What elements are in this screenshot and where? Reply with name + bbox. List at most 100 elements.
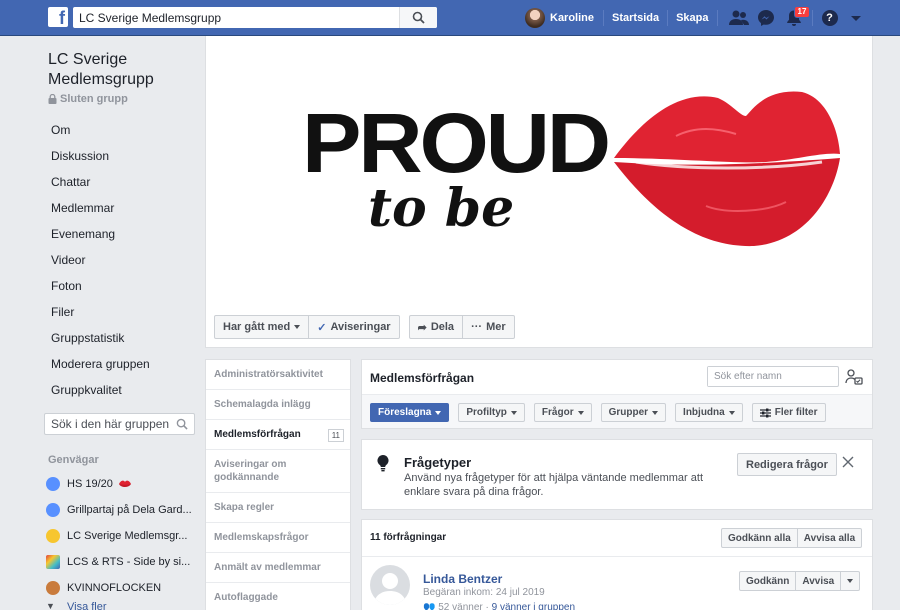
create-link[interactable]: Skapa: [668, 0, 716, 36]
admin-nav-auto-flagged[interactable]: Autoflaggade: [206, 583, 350, 610]
nav-item-moderate-group[interactable]: Moderera gruppen: [40, 351, 200, 377]
lock-icon: [48, 94, 57, 104]
nav-item-about[interactable]: Om: [40, 117, 200, 143]
filter-profile-type[interactable]: Profiltyp: [458, 403, 525, 422]
panel-header: Medlemsförfrågan: [362, 360, 872, 394]
panel-title: Medlemsförfrågan: [370, 371, 475, 385]
filter-questions[interactable]: Frågor: [533, 403, 592, 422]
shortcuts-list: HS 19/20 Grillpartaj på Dela Gard... LC …: [46, 471, 200, 610]
shortcut-label: KVINNOFLOCKEN: [67, 582, 162, 594]
share-label: Dela: [430, 321, 455, 333]
facebook-logo-icon[interactable]: f: [48, 7, 68, 28]
see-more-label: Visa fler: [67, 601, 107, 610]
member-actions: Godkänn Avvisa: [739, 571, 861, 591]
nav-item-videos[interactable]: Videor: [40, 247, 200, 273]
more-label: Mer: [486, 321, 506, 333]
admin-nav-member-requests[interactable]: Medlemsförfrågan 11: [206, 420, 350, 450]
friends-icon: 👥: [423, 602, 436, 610]
rainbow-icon: [46, 555, 60, 569]
friend-requests-button[interactable]: [724, 0, 752, 36]
help-icon: ?: [821, 10, 838, 26]
group-title[interactable]: LC Sverige Medlemsgrupp: [48, 50, 198, 90]
cover-photo[interactable]: PROUD to be: [206, 36, 872, 304]
friends-count: 52 vänner: [438, 602, 483, 610]
member-name[interactable]: Linda Bentzer: [423, 572, 502, 586]
approve-button[interactable]: Godkänn: [739, 571, 797, 591]
more-button[interactable]: ··· Mer: [463, 315, 515, 339]
nav-item-members[interactable]: Medlemmar: [40, 195, 200, 221]
admin-nav-label: Medlemskapsfrågor: [214, 532, 309, 543]
member-options-button[interactable]: [841, 571, 861, 591]
joined-button[interactable]: Har gått med: [214, 315, 310, 339]
see-more-shortcuts[interactable]: ▼ Visa fler: [46, 601, 200, 610]
bulk-actions: Godkänn alla Avvisa alla: [721, 528, 863, 548]
admin-nav-reported-by-members[interactable]: Anmält av medlemmar: [206, 553, 350, 583]
share-button[interactable]: ➦ Dela: [408, 315, 464, 339]
sun-icon: [46, 529, 60, 543]
help-button[interactable]: ?: [817, 0, 845, 36]
nav-item-chats[interactable]: Chattar: [40, 169, 200, 195]
admin-nav-create-rules[interactable]: Skapa regler: [206, 493, 350, 523]
share-more-buttons: ➦ Dela ··· Mer: [408, 315, 515, 339]
notifications-button[interactable]: 17: [780, 0, 811, 36]
default-avatar-icon: [374, 573, 406, 605]
filter-groups[interactable]: Grupper: [600, 403, 667, 422]
profile-link[interactable]: Karoline: [550, 12, 603, 24]
admin-nav-scheduled-posts[interactable]: Schemalagda inlägg: [206, 390, 350, 420]
more-filters-label: Fler filter: [774, 407, 818, 418]
group-cover: PROUD to be Har gått med ✓ Aviseringar ➦…: [205, 36, 873, 348]
group-search-input[interactable]: [45, 414, 170, 434]
decline-all-button[interactable]: Avvisa alla: [797, 528, 863, 548]
admin-nav-label: Administratörsaktivitet: [214, 369, 323, 380]
nav-item-events[interactable]: Evenemang: [40, 221, 200, 247]
group-icon: [46, 503, 60, 517]
more-filters-button[interactable]: Fler filter: [751, 403, 826, 422]
shortcut-item[interactable]: KVINNOFLOCKEN: [46, 575, 200, 601]
tip-title: Frågetyper: [404, 455, 472, 470]
shortcut-label: Grillpartaj på Dela Gard...: [67, 504, 192, 516]
nav-item-files[interactable]: Filer: [40, 299, 200, 325]
question-types-tip: Frågetyper Använd nya frågetyper för att…: [361, 439, 873, 510]
global-search-input[interactable]: [73, 7, 393, 28]
shortcut-item[interactable]: HS 19/20: [46, 471, 200, 497]
admin-nav-approval-notifications[interactable]: Aviseringar om godkännande: [206, 450, 350, 493]
nav-divider: [716, 10, 718, 26]
membership-buttons: Har gått med ✓ Aviseringar: [214, 315, 400, 339]
nav-item-group-insights[interactable]: Gruppstatistik: [40, 325, 200, 351]
nav-item-group-quality[interactable]: Gruppkvalitet: [40, 377, 200, 403]
admin-nav-admin-activity[interactable]: Administratörsaktivitet: [206, 360, 350, 390]
friends-in-group-link[interactable]: 9 vänner i gruppen: [492, 602, 575, 610]
group-privacy: Sluten grupp: [48, 93, 128, 105]
kiss-emoji-icon: [118, 480, 131, 487]
home-link[interactable]: Startsida: [604, 0, 667, 36]
group-search: [44, 413, 195, 435]
nav-item-photos[interactable]: Foton: [40, 273, 200, 299]
filter-suggested[interactable]: Föreslagna: [370, 403, 450, 422]
decline-button[interactable]: Avvisa: [796, 571, 842, 591]
search-button[interactable]: [399, 7, 437, 28]
close-icon[interactable]: [842, 456, 854, 468]
mutual-friends: 👥 52 vänner · 9 vänner i gruppen: [423, 602, 575, 610]
edit-questions-button[interactable]: Redigera frågor: [737, 453, 837, 476]
approve-all-button[interactable]: Godkänn alla: [721, 528, 798, 548]
joined-label: Har gått med: [223, 321, 291, 333]
shortcut-item[interactable]: LCS & RTS - Side by si...: [46, 549, 200, 575]
avatar[interactable]: [370, 565, 410, 605]
admin-nav-membership-questions[interactable]: Medlemskapsfrågor: [206, 523, 350, 553]
filters: Föreslagna Profiltyp Frågor Grupper Inbj…: [370, 403, 826, 422]
filter-invited[interactable]: Inbjudna: [675, 403, 743, 422]
user-avatar[interactable]: [525, 8, 545, 28]
notifications-toggle-button[interactable]: ✓ Aviseringar: [309, 315, 400, 339]
nav-item-discussion[interactable]: Diskussion: [40, 143, 200, 169]
share-arrow-icon: ➦: [417, 321, 427, 334]
shortcut-item[interactable]: Grillpartaj på Dela Gard...: [46, 497, 200, 523]
shortcut-item[interactable]: LC Sverige Medlemsgr...: [46, 523, 200, 549]
name-search-input[interactable]: [708, 367, 836, 386]
group-nav: Om Diskussion Chattar Medlemmar Eveneman…: [40, 117, 200, 403]
admin-nav-label: Medlemsförfrågan: [214, 429, 301, 440]
account-menu-button[interactable]: [845, 0, 873, 36]
shortcut-label: LCS & RTS - Side by si...: [67, 556, 191, 568]
admin-nav-label: Skapa regler: [214, 502, 275, 513]
people-settings-icon[interactable]: [845, 368, 863, 386]
messenger-button[interactable]: [752, 0, 780, 36]
